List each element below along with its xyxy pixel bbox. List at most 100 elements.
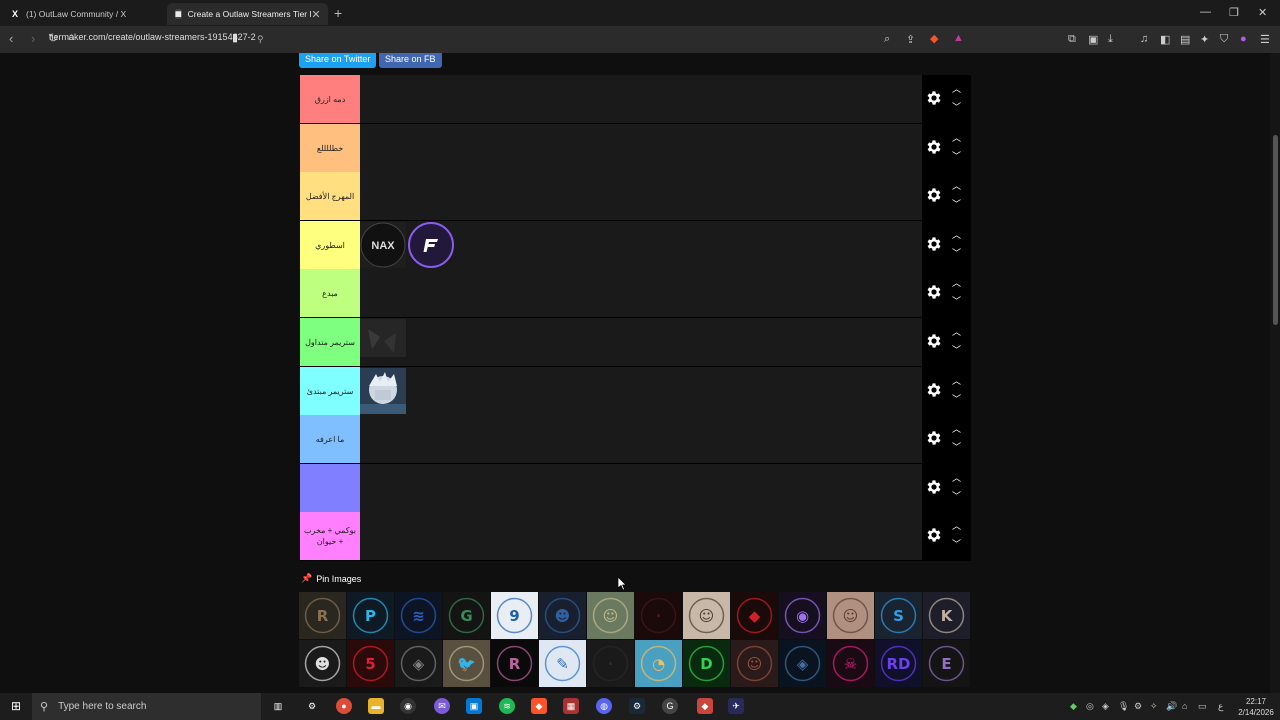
address-bar[interactable]: tiermaker.com/create/outlaw-streamers-19…: [49, 32, 256, 42]
restore-icon[interactable]: ❐: [1229, 6, 1239, 19]
tier-label[interactable]: مبدع: [300, 269, 360, 317]
tray-icon[interactable]: ◈: [1102, 701, 1109, 712]
pool-image[interactable]: G: [443, 592, 490, 639]
tier-label[interactable]: المهرج الأفضل: [300, 172, 360, 220]
nvidia-icon[interactable]: ◆: [1070, 701, 1077, 712]
tier-label[interactable]: [300, 464, 360, 512]
pool-image[interactable]: 🐦: [443, 640, 490, 687]
pool-image[interactable]: K: [923, 592, 970, 639]
gear-icon[interactable]: [925, 89, 943, 107]
gear-icon[interactable]: [925, 283, 943, 301]
microphone-icon[interactable]: 🎙: [1118, 701, 1129, 712]
media-icon[interactable]: ♫: [1140, 33, 1148, 45]
tier-item-image[interactable]: [408, 222, 454, 268]
back-icon[interactable]: ‹: [9, 31, 13, 46]
messenger-icon[interactable]: ✉: [434, 698, 450, 714]
move-up-icon[interactable]: ︿: [952, 425, 961, 434]
volume-icon[interactable]: 🔊: [1166, 701, 1177, 712]
move-down-icon[interactable]: ﹀: [952, 103, 961, 112]
file-explorer-icon[interactable]: ▬: [368, 698, 384, 714]
tier-drop-zone[interactable]: [360, 415, 922, 463]
pool-image[interactable]: 5: [347, 640, 394, 687]
pool-image[interactable]: R: [299, 592, 346, 639]
tier-label[interactable]: خطللللع: [300, 124, 360, 172]
tier-drop-zone[interactable]: [360, 318, 922, 366]
move-up-icon[interactable]: ︿: [952, 522, 961, 531]
tray-icon[interactable]: ✧: [1150, 701, 1158, 712]
move-up-icon[interactable]: ︿: [952, 85, 961, 94]
pool-image[interactable]: R: [491, 640, 538, 687]
tab-outlaw-community[interactable]: X (1) OutLaw Community / X: [2, 3, 164, 25]
tier-label[interactable]: ستريمر متداول: [300, 318, 360, 366]
forward-icon[interactable]: ›: [31, 31, 35, 46]
scrollbar-thumb[interactable]: [1273, 135, 1278, 325]
move-up-icon[interactable]: ︿: [952, 328, 961, 337]
wallet-icon[interactable]: ▤: [1180, 33, 1190, 46]
pool-image[interactable]: ◈: [395, 640, 442, 687]
brave-icon[interactable]: ◆: [531, 698, 547, 714]
tier-drop-zone[interactable]: [360, 124, 922, 172]
tab-tiermaker[interactable]: ▦ Create a Outlaw Streamers Tier l ✕: [167, 3, 328, 25]
share-facebook-button[interactable]: Share on FB: [379, 53, 442, 68]
pool-image[interactable]: ☺: [731, 640, 778, 687]
settings-app-icon[interactable]: ⚙: [304, 698, 320, 714]
tier-drop-zone[interactable]: NAX: [360, 221, 922, 269]
network-icon[interactable]: ⌂: [1182, 701, 1187, 711]
tier-label[interactable]: ما اعرفه: [300, 415, 360, 463]
profile-icon[interactable]: ●: [1240, 33, 1247, 45]
vpn-icon[interactable]: ⛉: [1220, 33, 1228, 46]
download-icon[interactable]: ⤓: [1108, 33, 1113, 46]
move-up-icon[interactable]: ︿: [952, 474, 961, 483]
move-down-icon[interactable]: ﹀: [952, 297, 961, 306]
discord-icon[interactable]: ◍: [596, 698, 612, 714]
tier-drop-zone[interactable]: [360, 512, 922, 560]
pool-image[interactable]: RD: [875, 640, 922, 687]
pool-image[interactable]: ☠: [827, 640, 874, 687]
leo-ai-icon[interactable]: ✦: [1200, 33, 1209, 46]
move-up-icon[interactable]: ︿: [952, 279, 961, 288]
share-twitter-button[interactable]: Share on Twitter: [299, 53, 377, 68]
close-window-icon[interactable]: ✕: [1258, 6, 1267, 19]
site-info-icon[interactable]: ⚲: [257, 34, 264, 45]
gear-icon[interactable]: [925, 526, 943, 544]
move-down-icon[interactable]: ﹀: [952, 395, 961, 404]
gear-icon[interactable]: [925, 332, 943, 350]
share-icon[interactable]: ⇪: [906, 33, 915, 46]
gear-icon[interactable]: [925, 186, 943, 204]
pool-image[interactable]: ☻: [299, 640, 346, 687]
display-icon[interactable]: ▭: [1198, 701, 1207, 712]
move-up-icon[interactable]: ︿: [952, 377, 961, 386]
pool-image[interactable]: P: [347, 592, 394, 639]
tab-search-icon[interactable]: ▣: [1088, 33, 1098, 46]
pool-image[interactable]: 9: [491, 592, 538, 639]
tier-drop-zone[interactable]: [360, 367, 922, 415]
pool-image[interactable]: ☺: [827, 592, 874, 639]
pool-image[interactable]: ·: [635, 592, 682, 639]
tier-drop-zone[interactable]: [360, 75, 922, 123]
tray-icon[interactable]: ◎: [1086, 701, 1094, 712]
menu-icon[interactable]: ☰: [1260, 33, 1270, 46]
sidebar-icon[interactable]: ◧: [1160, 33, 1170, 46]
gear-icon[interactable]: [925, 381, 943, 399]
move-down-icon[interactable]: ﹀: [952, 540, 961, 549]
taskbar-search[interactable]: ⚲ Type here to search: [32, 693, 261, 720]
gear-icon[interactable]: [925, 478, 943, 496]
move-down-icon[interactable]: ﹀: [952, 200, 961, 209]
pool-image[interactable]: ☺: [587, 592, 634, 639]
pool-image[interactable]: ☺: [683, 592, 730, 639]
page-scrollbar[interactable]: [1270, 53, 1280, 693]
tier-item-image[interactable]: [360, 368, 406, 414]
pool-image[interactable]: E: [923, 640, 970, 687]
pool-image[interactable]: ·: [587, 640, 634, 687]
extensions-icon[interactable]: ⧉: [1068, 33, 1076, 46]
zoom-icon[interactable]: ⌕: [884, 33, 890, 46]
pool-image[interactable]: ◉: [779, 592, 826, 639]
pool-image[interactable]: ◈: [779, 640, 826, 687]
pool-image[interactable]: ✎: [539, 640, 586, 687]
pool-image[interactable]: D: [683, 640, 730, 687]
tier-label[interactable]: ستريمر مبتدئ: [300, 367, 360, 415]
tier-drop-zone[interactable]: [360, 269, 922, 317]
move-down-icon[interactable]: ﹀: [952, 443, 961, 452]
gear-icon[interactable]: [925, 235, 943, 253]
gear-icon[interactable]: [925, 429, 943, 447]
